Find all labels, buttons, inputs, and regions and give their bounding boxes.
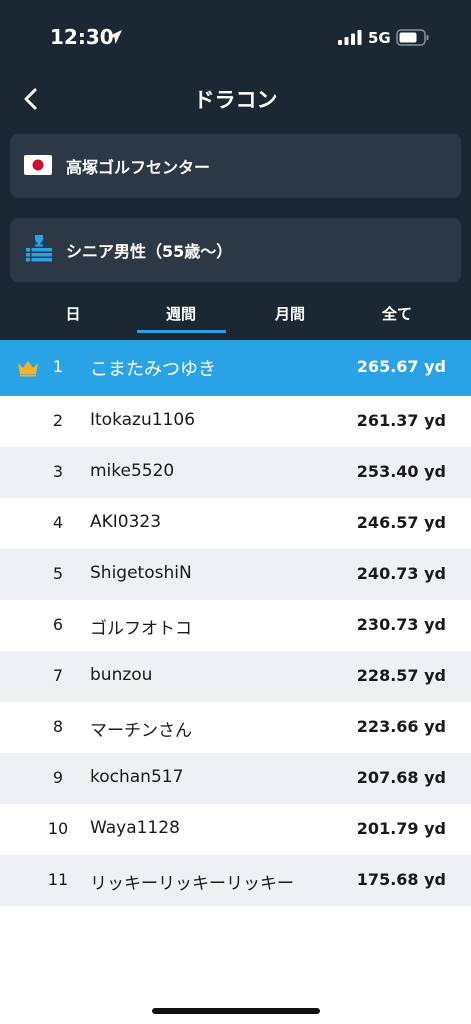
tab-day[interactable]: 日 xyxy=(28,295,118,340)
rank-number: 7 xyxy=(52,666,64,685)
rank-number: 5 xyxy=(52,564,64,583)
rank-number: 3 xyxy=(52,462,64,481)
drive-distance: 228.57 yd xyxy=(356,666,446,685)
ranking-row[interactable]: 7 bunzou 228.57 yd xyxy=(0,651,471,702)
ranking-list: 1 こまたみつゆき 265.67 yd 2 Itokazu1106 261.37… xyxy=(0,340,471,906)
player-name: リッキーリッキーリッキー xyxy=(90,874,294,894)
player-name: ShigetoshiN xyxy=(90,563,192,583)
rank-number: 10 xyxy=(47,819,69,838)
drive-distance: 246.57 yd xyxy=(356,513,446,532)
drive-distance: 175.68 yd xyxy=(356,870,446,889)
page-title: ドラコン xyxy=(193,88,278,112)
drive-distance: 253.40 yd xyxy=(356,462,446,481)
drive-distance: 201.79 yd xyxy=(356,819,446,838)
drive-distance: 265.67 yd xyxy=(356,357,446,376)
rank-number: 9 xyxy=(52,768,64,787)
signal-bars-icon xyxy=(338,30,362,45)
ranking-row[interactable]: 6 ゴルフオトコ 230.73 yd xyxy=(0,600,471,651)
player-name: AKI0323 xyxy=(90,512,162,532)
ranking-podium-icon xyxy=(26,235,52,262)
tab-all[interactable]: 全て xyxy=(352,295,442,340)
japan-flag-icon xyxy=(24,155,52,175)
period-tabs: 日 週間 月間 全て xyxy=(0,295,471,340)
rank-number: 8 xyxy=(52,717,64,736)
ranking-row[interactable]: 2 Itokazu1106 261.37 yd xyxy=(0,396,471,447)
drive-distance: 207.68 yd xyxy=(356,768,446,787)
ranking-row[interactable]: 11 リッキーリッキーリッキー 175.68 yd xyxy=(0,855,471,906)
tab-week[interactable]: 週間 xyxy=(136,295,226,340)
ranking-row[interactable]: 3 mike5520 253.40 yd xyxy=(0,447,471,498)
rank-number: 6 xyxy=(52,615,64,634)
ranking-row[interactable]: 5 ShigetoshiN 240.73 yd xyxy=(0,549,471,600)
ranking-row[interactable]: 4 AKI0323 246.57 yd xyxy=(0,498,471,549)
player-name: ゴルフオトコ xyxy=(90,619,192,639)
battery-icon xyxy=(396,29,429,46)
status-time: 12:30 xyxy=(50,25,114,49)
home-indicator xyxy=(152,1008,320,1014)
player-name: こまたみつゆき xyxy=(90,359,216,380)
status-bar: 12:30 5G xyxy=(0,0,471,60)
class-selector[interactable]: シニア男性（55歳〜） xyxy=(10,218,461,282)
active-tab-indicator xyxy=(137,330,226,333)
header-area: 12:30 5G ドラコン 高塚ゴルフセンター シニア男性（55歳〜） 日 週間… xyxy=(0,0,471,340)
venue-selector[interactable]: 高塚ゴルフセンター xyxy=(10,134,461,198)
ranking-row[interactable]: 10 Waya1128 201.79 yd xyxy=(0,804,471,855)
ranking-row[interactable]: 1 こまたみつゆき 265.67 yd xyxy=(0,340,471,396)
player-name: mike5520 xyxy=(90,461,175,481)
drive-distance: 261.37 yd xyxy=(356,411,446,430)
network-type: 5G xyxy=(368,29,391,47)
rank-number: 4 xyxy=(52,513,64,532)
drive-distance: 223.66 yd xyxy=(356,717,446,736)
rank-number: 11 xyxy=(47,870,69,889)
ranking-row[interactable]: 9 kochan517 207.68 yd xyxy=(0,753,471,804)
player-name: kochan517 xyxy=(90,767,184,787)
tab-month[interactable]: 月間 xyxy=(245,295,335,340)
player-name: bunzou xyxy=(90,665,153,685)
rank-number: 1 xyxy=(52,357,64,376)
drive-distance: 230.73 yd xyxy=(356,615,446,634)
crown-icon xyxy=(18,361,38,377)
venue-label: 高塚ゴルフセンター xyxy=(66,158,211,177)
player-name: Waya1128 xyxy=(90,818,180,838)
navigation-bar: ドラコン xyxy=(0,76,471,120)
player-name: マーチンさん xyxy=(90,721,192,741)
drive-distance: 240.73 yd xyxy=(356,564,446,583)
player-name: Itokazu1106 xyxy=(90,410,196,430)
ranking-row[interactable]: 8 マーチンさん 223.66 yd xyxy=(0,702,471,753)
location-arrow-icon xyxy=(108,30,122,44)
rank-number: 2 xyxy=(52,411,64,430)
class-label: シニア男性（55歳〜） xyxy=(66,242,233,261)
